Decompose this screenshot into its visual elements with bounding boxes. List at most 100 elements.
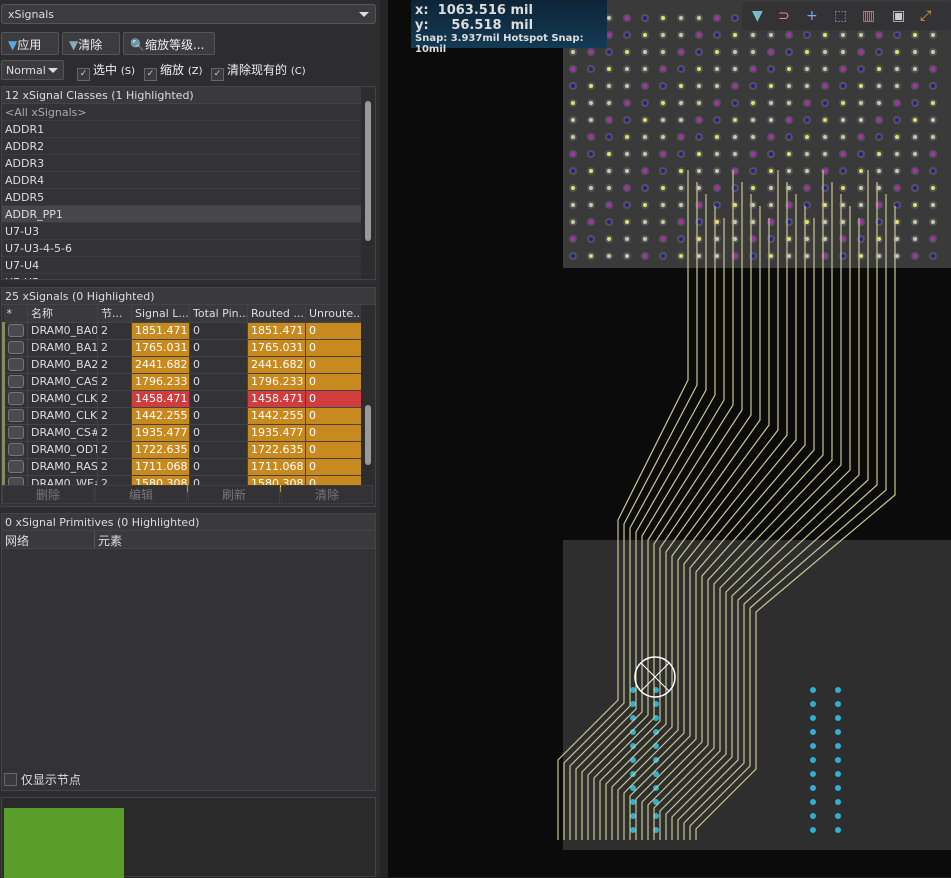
via — [835, 771, 841, 777]
class-item[interactable]: ADDR4 — [2, 172, 361, 189]
action-button[interactable]: 编辑 — [95, 485, 187, 504]
color-swatch[interactable] — [8, 391, 24, 405]
signals-scrollbar[interactable] — [361, 305, 375, 506]
signal-row[interactable]: DRAM0_CLK_ 2 1442.255 0 1442.255 0 — [2, 407, 364, 425]
pad — [659, 150, 667, 158]
pad — [875, 167, 883, 175]
color-swatch[interactable] — [8, 408, 24, 422]
color-swatch[interactable] — [8, 442, 24, 456]
pcb-canvas[interactable] — [388, 0, 951, 877]
pad — [677, 82, 685, 90]
clear-existing-checkbox[interactable]: ✓ 清除现有的 (C) — [211, 61, 306, 81]
signal-row[interactable]: DRAM0_ODT 2 1722.635 0 1722.635 0 — [2, 441, 364, 459]
clear-button[interactable]: ▼清除 — [62, 32, 120, 55]
chevron-down-icon — [48, 68, 58, 73]
swatch-cell[interactable] — [2, 458, 28, 476]
x-unit: mil — [510, 3, 533, 18]
select-rect-icon[interactable]: ⬚ — [834, 8, 847, 24]
signal-row[interactable]: DRAM0_CLK#21458.47101458.4710 — [2, 390, 364, 408]
board-minimap[interactable] — [1, 797, 376, 878]
column-header[interactable]: Total Pin... — [189, 305, 248, 323]
class-item[interactable]: ADDR1 — [2, 121, 361, 138]
show-nodes-only-checkbox[interactable]: 仅显示节点 — [4, 771, 81, 788]
pad — [875, 48, 883, 56]
apply-button[interactable]: ▼应用 — [1, 32, 59, 55]
pad — [623, 150, 631, 158]
class-item[interactable]: <All xSignals> — [2, 104, 361, 121]
signal-cell: DRAM0_CAS# — [27, 373, 98, 391]
chart-icon[interactable]: ▥ — [862, 8, 875, 24]
panel-splitter[interactable] — [380, 0, 388, 877]
column-header[interactable]: Routed ... — [247, 305, 306, 323]
pad — [911, 150, 919, 158]
column-header[interactable]: Signal L... — [131, 305, 190, 323]
swatch-cell[interactable] — [2, 424, 28, 442]
col-net[interactable]: 网络 — [2, 531, 95, 548]
filter-icon[interactable]: ▼ — [752, 8, 763, 24]
pad — [803, 82, 811, 90]
signal-row[interactable]: DRAM0_BA0_ 2 1851.471 0 1851.471 0 — [2, 322, 364, 340]
class-item[interactable]: U7-U4 — [2, 257, 361, 274]
pad — [623, 65, 631, 73]
action-button[interactable]: 清除 — [281, 485, 373, 504]
signal-cell: 0 — [189, 441, 248, 459]
mode-value: Normal — [6, 64, 46, 77]
crosshair-icon[interactable]: + — [806, 8, 818, 24]
pad — [569, 133, 577, 141]
select-checkbox[interactable]: ✓ 选中 (S) — [77, 61, 135, 81]
swatch-cell[interactable] — [2, 373, 28, 391]
column-header[interactable]: 名称 — [27, 305, 98, 323]
signal-row[interactable]: DRAM0_BA1_ 2 1765.031 0 1765.031 0 — [2, 339, 364, 357]
interactive-routing-icon[interactable]: ⊃ — [778, 8, 790, 24]
class-item[interactable]: U7-U3-4-5-6 — [2, 240, 361, 257]
route-icon[interactable]: ⤢ — [920, 8, 931, 24]
pad — [911, 235, 919, 243]
pad — [803, 48, 811, 56]
canvas-toolbar: ▼ ⊃ + ⬚ ▥ ▣ ⤢ — [742, 2, 951, 30]
signal-row[interactable]: DRAM0_RAS#21711.06801711.0680 — [2, 458, 364, 476]
clear-label: 清除 — [78, 38, 103, 52]
col-element[interactable]: 元素 — [95, 531, 125, 548]
column-header[interactable]: * — [3, 305, 28, 323]
class-item[interactable]: ADDR3 — [2, 155, 361, 172]
zoom-checkbox[interactable]: ✓ 缩放 (Z) — [144, 61, 203, 81]
swatch-cell[interactable] — [2, 390, 28, 408]
signal-row[interactable]: DRAM0_BA2_ 2 2441.682 0 2441.682 0 — [2, 356, 364, 374]
via — [810, 743, 816, 749]
pad — [623, 99, 631, 107]
class-item[interactable]: ADDR_PP1 — [2, 206, 361, 223]
class-item[interactable]: ADDR2 — [2, 138, 361, 155]
zoom-level-button[interactable]: 🔍缩放等级... — [123, 32, 215, 55]
color-swatch[interactable] — [8, 340, 24, 354]
signal-row[interactable]: DRAM0_CAS#21796.23301796.2330 — [2, 373, 364, 391]
column-header[interactable]: 节... — [97, 305, 132, 323]
action-button[interactable]: 删除 — [2, 485, 94, 504]
zoom-label: 缩放等级... — [144, 38, 205, 52]
action-button[interactable]: 刷新 — [188, 485, 280, 504]
swatch-cell[interactable] — [2, 356, 28, 374]
class-item[interactable]: U7-U5 — [2, 274, 361, 279]
color-swatch[interactable] — [8, 323, 24, 337]
component-icon[interactable]: ▣ — [892, 8, 905, 24]
classes-scrollbar[interactable] — [361, 87, 375, 279]
mode-select[interactable]: Normal — [1, 60, 64, 80]
via — [810, 701, 816, 707]
swatch-cell[interactable] — [2, 407, 28, 425]
panel-selector[interactable]: xSignals — [1, 4, 376, 24]
color-swatch[interactable] — [8, 374, 24, 388]
pad — [605, 133, 613, 141]
via — [835, 757, 841, 763]
pad — [623, 167, 631, 175]
class-item[interactable]: ADDR5 — [2, 189, 361, 206]
color-swatch[interactable] — [8, 357, 24, 371]
class-item[interactable]: U7-U3 — [2, 223, 361, 240]
pad — [677, 48, 685, 56]
swatch-cell[interactable] — [2, 441, 28, 459]
swatch-cell[interactable] — [2, 322, 28, 340]
swatch-cell[interactable] — [2, 339, 28, 357]
column-header[interactable]: Unroute... — [305, 305, 364, 323]
pad — [641, 99, 649, 107]
signal-row[interactable]: DRAM0_CS#_21935.47701935.4770 — [2, 424, 364, 442]
color-swatch[interactable] — [8, 459, 24, 473]
color-swatch[interactable] — [8, 425, 24, 439]
